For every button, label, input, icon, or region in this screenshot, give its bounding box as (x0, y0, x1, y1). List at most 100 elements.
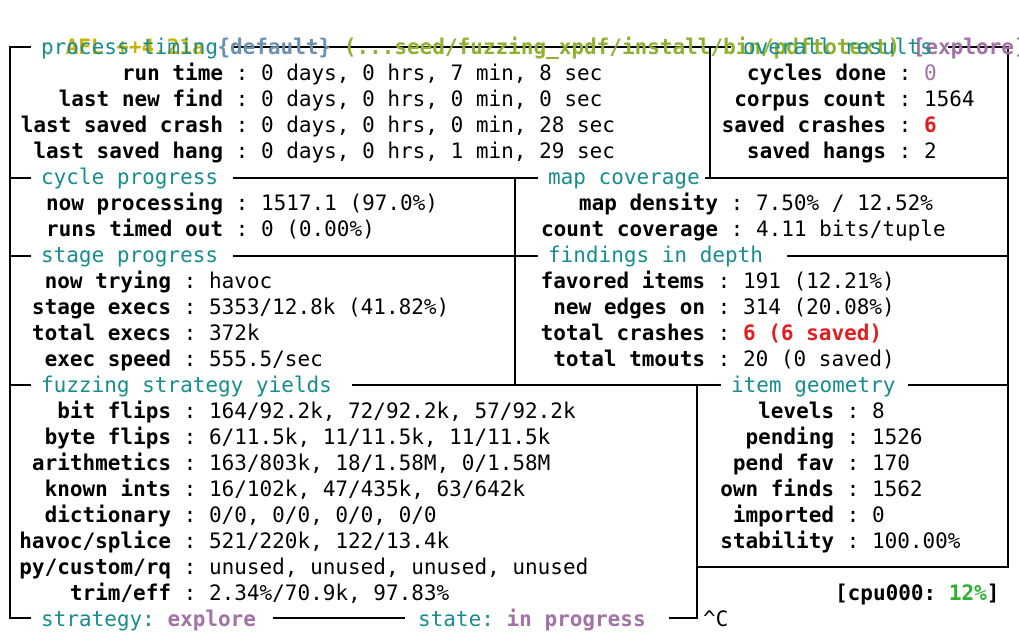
ig-row-pending: pending : 1526 (717, 424, 923, 450)
divider-yields-geometry (696, 384, 698, 619)
footer-strategy: strategy: explore (41, 606, 256, 632)
fd-row-new-edges-on: new edges on : 314 (20.08%) (536, 294, 894, 320)
fy-value: 521/220k, 122/13.4k (208, 529, 450, 553)
mc-label: map density (578, 191, 718, 215)
ig-label: own finds (720, 477, 834, 501)
fy-row-dictionary: dictionary : 0/0, 0/0, 0/0, 0/0 (15, 502, 437, 528)
ig-row-stability: stability : 100.00% (717, 528, 960, 554)
pt-row-last-new-find: last new find : 0 days, 0 hrs, 0 min, 0 … (15, 86, 603, 112)
pt-label: last saved crash (20, 113, 223, 137)
strategy-label: strategy: (41, 607, 155, 631)
or-value: 0 (923, 61, 937, 85)
or-value: 2 (923, 139, 937, 163)
ig-row-pend-fav: pend fav : 170 (717, 450, 910, 476)
fy-value: 0/0, 0/0, 0/0, 0/0 (208, 503, 437, 527)
pt-value: 0 days, 0 hrs, 7 min, 8 sec (260, 61, 603, 85)
ig-label: levels (758, 399, 834, 423)
ig-value: 0 (871, 503, 885, 527)
fuzzing-strategy-yields-title: fuzzing strategy yields (41, 373, 332, 397)
fy-label: dictionary (44, 503, 171, 527)
pt-label: last saved hang (33, 139, 223, 163)
fy-row-byte-flips: byte flips : 6/11.5k, 11/11.5k, 11/11.5k (15, 424, 551, 450)
fd-label: total crashes (540, 321, 705, 345)
fy-value: 164/92.2k, 72/92.2k, 57/92.2k (208, 399, 576, 423)
fy-value: unused, unused, unused, unused (208, 555, 589, 579)
stage-progress-title: stage progress (41, 243, 219, 267)
fd-label: new edges on (553, 295, 705, 319)
ig-value: 1526 (871, 425, 923, 449)
interrupt-indicator: ^C (703, 607, 729, 631)
fd-row-total-tmouts: total tmouts : 20 (0 saved) (536, 346, 895, 372)
fd-label: favored items (540, 269, 705, 293)
fy-label: trim/eff (69, 581, 171, 605)
overall-results-title: overall results (743, 35, 933, 59)
state-value: in progress (506, 607, 646, 631)
sp-label: stage execs (31, 295, 171, 319)
cpu-percent: 12% (948, 581, 987, 605)
or-label: saved hangs (746, 139, 886, 163)
or-row-saved-crashes: saved crashes : 6 (717, 112, 937, 138)
sp-row-now-trying: now trying : havoc (15, 268, 273, 294)
ig-label: pend fav (732, 451, 834, 475)
ig-label: stability (720, 529, 834, 553)
ig-value: 100.00% (871, 529, 961, 553)
mc-value: 4.11 bits/tuple (755, 217, 946, 241)
findings-in-depth-title: findings in depth (548, 243, 763, 267)
cp-label: runs timed out (45, 217, 223, 241)
pt-value: 0 days, 0 hrs, 1 min, 29 sec (260, 139, 615, 163)
process-timing-title: process timing (41, 35, 219, 59)
sp-label: now trying (44, 269, 171, 293)
border-mid1-a (9, 177, 31, 179)
fy-label: byte flips (44, 425, 171, 449)
border-mid3-c (908, 384, 1009, 386)
fy-value: 6/11.5k, 11/11.5k, 11/11.5k (208, 425, 551, 449)
mc-row-count-coverage: count coverage : 4.11 bits/tuple (536, 216, 946, 242)
fy-label: py/custom/rq (19, 555, 171, 579)
border-mid2-c (787, 255, 1009, 257)
border-bottom-c (669, 617, 698, 619)
sp-value: 555.5/sec (208, 347, 323, 371)
fy-row-trim-eff: trim/eff : 2.34%/70.9k, 97.83% (15, 580, 449, 606)
ig-value: 8 (871, 399, 885, 423)
fy-label: bit flips (57, 399, 171, 423)
ig-label: imported (732, 503, 834, 527)
cycle-progress-title: cycle progress (41, 165, 219, 189)
sp-row-stage-execs: stage execs : 5353/12.8k (41.82%) (15, 294, 449, 320)
pt-label: last new find (58, 87, 223, 111)
mc-value: 7.50% / 12.52% (755, 191, 933, 215)
border-mid2-b (233, 255, 538, 257)
or-row-cycles-done: cycles done : 0 (717, 60, 937, 86)
pt-label: run time (121, 61, 223, 85)
ig-row-own-finds: own finds : 1562 (717, 476, 922, 502)
fy-row-py-custom-rq: py/custom/rq : unused, unused, unused, u… (15, 554, 588, 580)
border-mid1-c (705, 177, 1009, 179)
sp-label: exec speed (44, 347, 171, 371)
border-mid3-a (9, 384, 31, 386)
fd-value: 6 (6 saved) (742, 321, 883, 345)
border-bottom-a (9, 617, 31, 619)
map-coverage-title: map coverage (548, 165, 700, 189)
ig-row-levels: levels : 8 (717, 398, 885, 424)
pt-row-run-time: run time : 0 days, 0 hrs, 7 min, 8 sec (15, 60, 602, 86)
pt-value: 0 days, 0 hrs, 0 min, 28 sec (260, 113, 615, 137)
fy-label: known ints (44, 477, 171, 501)
or-label: cycles done (746, 61, 886, 85)
footer-state: state: in progress (418, 606, 646, 632)
or-value: 1564 (923, 87, 975, 111)
or-row-saved-hangs: saved hangs : 2 (717, 138, 937, 164)
border-bottom-b (273, 617, 405, 619)
cp-row-runs-timed-out: runs timed out : 0 (0.00%) (15, 216, 375, 242)
fd-row-total-crashes: total crashes : 6 (6 saved) (536, 320, 882, 346)
border-geometry-bottom (696, 566, 1009, 568)
fd-value: 20 (0 saved) (742, 347, 895, 371)
or-label: corpus count (734, 87, 886, 111)
strategy-value: explore (167, 607, 256, 631)
mc-row-map-density: map density : 7.50% / 12.52% (536, 190, 933, 216)
fy-row-havoc-splice: havoc/splice : 521/220k, 122/13.4k (15, 528, 449, 554)
fy-row-bit-flips: bit flips : 164/92.2k, 72/92.2k, 57/92.2… (15, 398, 576, 424)
fy-value: 163/803k, 18/1.58M, 0/1.58M (208, 451, 551, 475)
pt-row-last-saved-crash: last saved crash : 0 days, 0 hrs, 0 min,… (15, 112, 615, 138)
fd-label: total tmouts (553, 347, 705, 371)
fd-value: 191 (12.21%) (742, 269, 895, 293)
mc-label: count coverage (540, 217, 718, 241)
